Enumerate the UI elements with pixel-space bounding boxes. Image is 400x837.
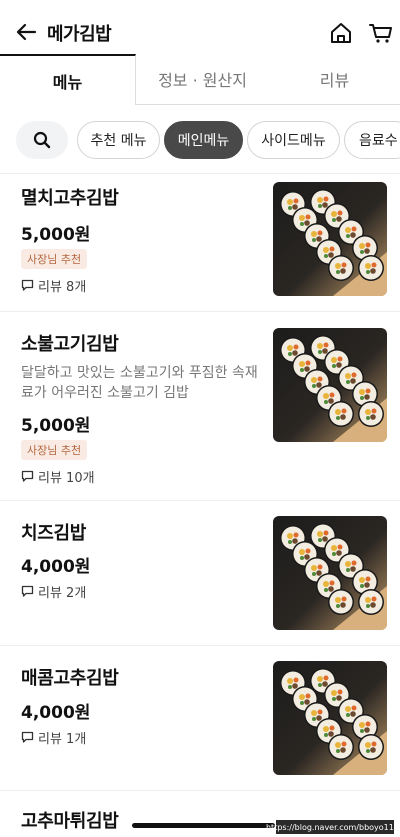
recommend-badge: 사장님 추천 [21,249,88,269]
tab-bar: 메뉴 정보 · 원산지 리뷰 [0,54,400,106]
tab-menu[interactable]: 메뉴 [0,54,136,105]
menu-item[interactable]: 멸치고추김밥 5,000원 사장님 추천 리뷰 8개 [0,174,400,312]
home-icon[interactable] [328,20,354,46]
menu-item-photo [273,516,387,630]
menu-item-name: 고추마튀김밥 [21,811,119,832]
comment-icon [21,585,34,597]
search-icon [33,131,51,149]
menu-item-name: 매콤고추김밥 [21,668,119,689]
chip-main-menu[interactable]: 메인메뉴 [164,121,243,159]
review-count: 리뷰 1개 [21,728,86,747]
review-count-label: 리뷰 8개 [38,280,87,295]
menu-item-name: 소불고기김밥 [21,334,119,355]
menu-item-photo [273,328,387,442]
review-count: 리뷰 10개 [21,467,95,486]
tab-reviews[interactable]: 리뷰 [269,54,400,105]
watermark: https://blog.naver.com/bboyo1115 [266,820,400,834]
comment-icon [21,470,34,482]
home-indicator [132,823,275,828]
review-count-label: 리뷰 2개 [38,586,87,601]
review-count: 리뷰 2개 [21,582,86,601]
menu-item-price: 4,000원 [21,557,91,577]
chip-side-menu[interactable]: 사이드메뉴 [247,121,340,159]
review-count-label: 리뷰 1개 [38,732,87,747]
menu-item-description: 달달하고 맛있는 소불고기와 푸짐한 속재료가 어우러진 소불고기 김밥 [21,365,258,401]
chip-recommended[interactable]: 추천 메뉴 [77,121,160,159]
comment-icon [21,731,34,743]
menu-item-price: 5,000원 [21,225,91,245]
review-count: 리뷰 8개 [21,276,86,295]
menu-item-photo [273,661,387,775]
chip-drinks[interactable]: 음료수 [344,121,400,159]
search-button[interactable] [16,121,68,159]
back-arrow-icon[interactable] [14,20,38,44]
recommend-badge: 사장님 추천 [21,440,88,460]
review-count-label: 리뷰 10개 [38,471,95,486]
menu-item-price: 5,000원 [21,416,91,436]
category-bar: 추천 메뉴 메인메뉴 사이드메뉴 음료수 [0,121,400,159]
menu-item[interactable]: 매콤고추김밥 4,000원 리뷰 1개 [0,646,400,791]
menu-item-photo [273,182,387,296]
menu-item-name: 치즈김밥 [21,523,87,544]
tab-info[interactable]: 정보 · 원산지 [136,54,269,105]
cart-icon[interactable] [368,20,394,46]
menu-item-price: 4,000원 [21,703,91,723]
menu-item-name: 멸치고추김밥 [21,188,119,209]
menu-item[interactable]: 치즈김밥 4,000원 리뷰 2개 [0,501,400,646]
comment-icon [21,279,34,291]
menu-item[interactable]: 소불고기김밥 달달하고 맛있는 소불고기와 푸짐한 속재료가 어우러진 소불고기… [0,312,400,501]
page-title: 메가김밥 [47,24,112,45]
